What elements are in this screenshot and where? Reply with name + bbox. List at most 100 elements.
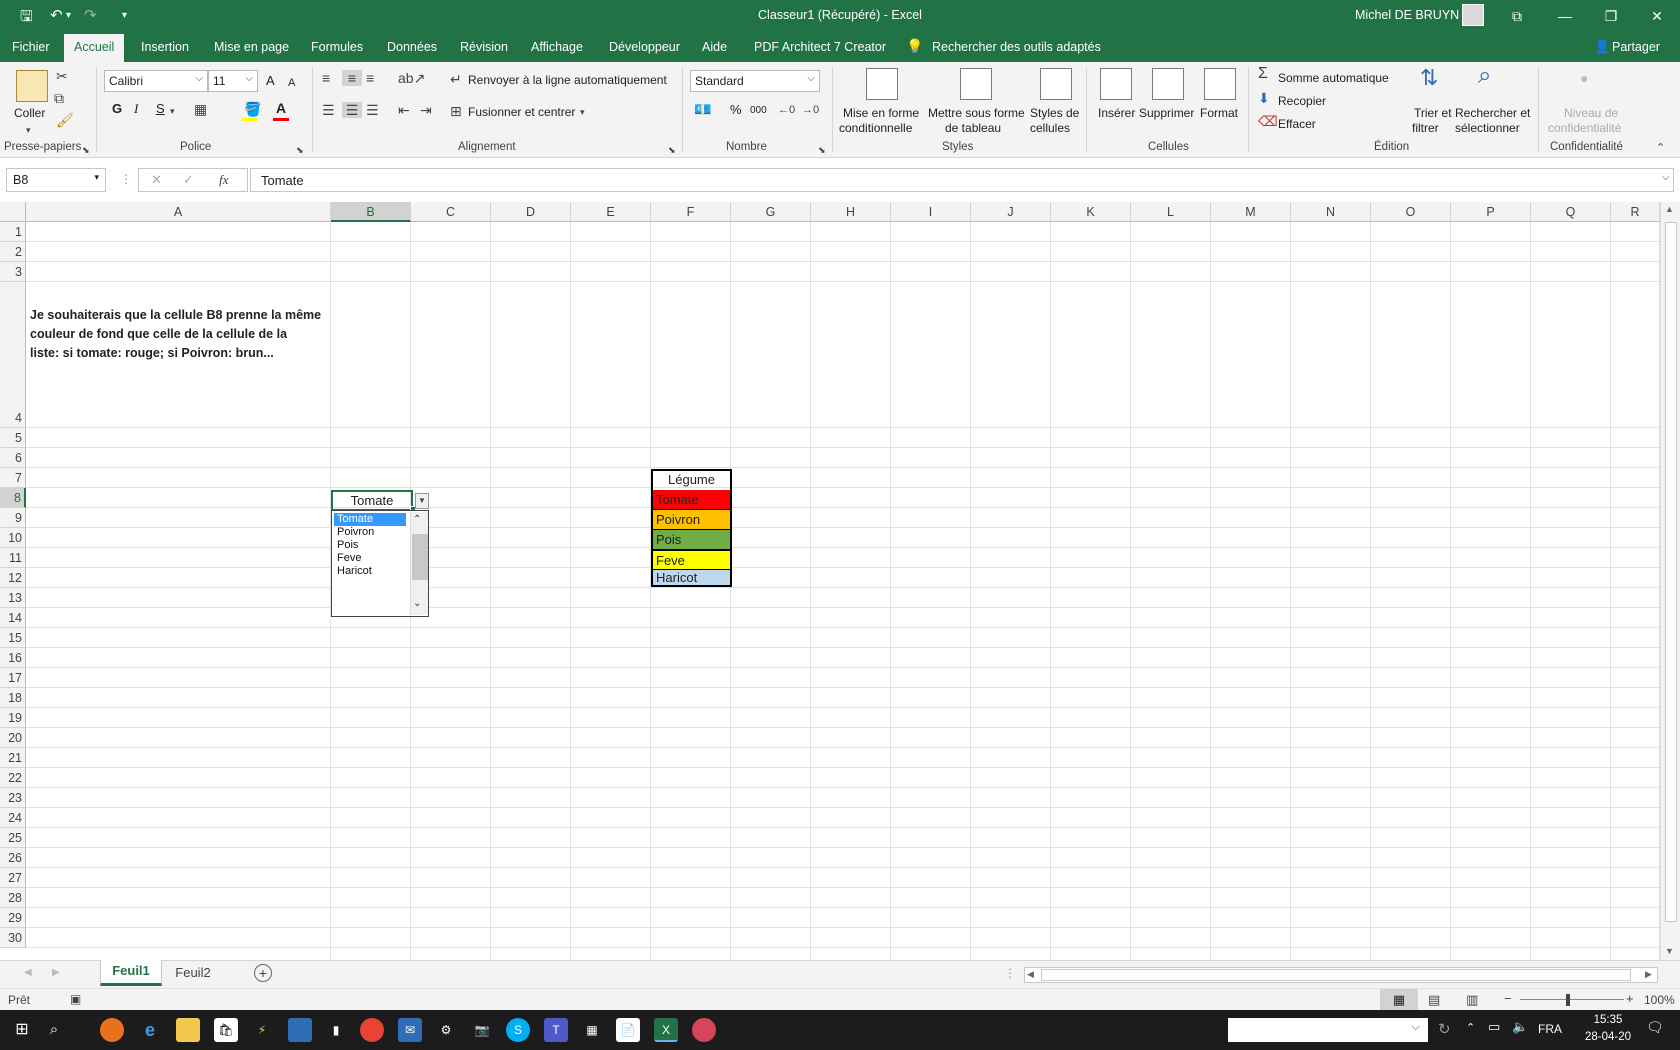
underline-button[interactable]: S [156,101,165,117]
close-icon[interactable]: ✕ [1634,4,1680,28]
validation-dropdown-list[interactable]: Tomate Poivron Pois Feve Haricot ⌃ ⌄ [331,510,429,617]
align-left-icon[interactable]: ☰ [322,102,335,118]
cell-b8[interactable]: Tomate [331,490,413,511]
avatar[interactable] [1462,4,1484,26]
wrap-text-button[interactable]: Renvoyer à la ligne automatiquement [468,72,667,88]
number-format-combo[interactable]: Standard ⌵ [690,70,820,92]
scroll-up-icon[interactable]: ▲ [1665,204,1674,214]
autosum-icon[interactable]: Σ [1258,66,1268,82]
sheet-tab-feuil2[interactable]: Feuil2 [168,965,218,980]
page-break-view-icon[interactable]: ▥ [1466,992,1478,1008]
start-icon[interactable]: ⊞ [10,1018,34,1042]
vertical-scrollbar[interactable]: ▲ ▼ [1660,202,1680,960]
scroll-up-icon[interactable]: ⌃ [413,514,421,525]
format-as-table-icon[interactable] [960,68,992,100]
italic-button[interactable]: I [134,101,138,117]
sort-filter-icon[interactable]: ⇅ [1420,67,1438,89]
clock-time[interactable]: 15:35 [1584,1014,1632,1026]
underline-dropdown-icon[interactable]: ▾ [170,103,175,119]
app-icon[interactable] [692,1018,716,1042]
orientation-icon[interactable]: ab↗ [398,70,425,86]
scroll-thumb[interactable] [1041,969,1631,981]
font-size-combo[interactable]: 11 ⌵ [208,70,258,92]
font-name-combo[interactable]: Calibri ⌵ [104,70,208,92]
cell-f8[interactable]: Tomate [653,490,730,510]
notepad-icon[interactable]: 📄 [616,1018,640,1042]
fill-button[interactable]: Recopier [1278,93,1326,109]
row-header-25[interactable]: 25 [0,828,26,848]
row-header-23[interactable]: 23 [0,788,26,808]
row-header-9[interactable]: 9 [0,508,26,528]
page-layout-view-icon[interactable]: ▤ [1428,992,1440,1008]
chrome-icon[interactable] [360,1018,384,1042]
find-select-line2[interactable]: sélectionner [1455,120,1520,136]
merge-center-button[interactable]: Fusionner et centrer [468,104,575,120]
share-button[interactable]: Partager [1612,40,1660,54]
align-right-icon[interactable]: ☰ [366,102,379,118]
delete-cells-icon[interactable] [1152,68,1184,100]
tab-insertion[interactable]: Insertion [141,40,189,54]
alignment-launcher-icon[interactable]: ⬊ [668,142,676,158]
ribbon-display-options-icon[interactable]: ⧉ [1494,4,1540,28]
align-middle-icon[interactable]: ≡ [342,70,362,86]
row-header-12[interactable]: 12 [0,568,26,588]
column-header-g[interactable]: G [731,202,811,222]
fill-icon[interactable]: ⬇ [1258,90,1270,106]
app-icon[interactable] [288,1018,312,1042]
tab-accueil[interactable]: Accueil [64,34,125,62]
eraser-icon[interactable]: ⌫ [1258,113,1278,129]
fill-color-icon[interactable]: 🪣 [244,101,261,117]
file-explorer-icon[interactable] [176,1018,200,1042]
column-header-b[interactable]: B [331,202,411,222]
teams-icon[interactable]: T [544,1018,568,1042]
scroll-down-icon[interactable]: ⌄ [413,598,421,609]
next-sheet-icon[interactable]: ▶ [52,967,60,978]
name-box[interactable]: B8 ▾ [6,168,106,192]
format-cells-icon[interactable] [1204,68,1236,100]
column-header-k[interactable]: K [1051,202,1131,222]
user-name[interactable]: Michel DE BRUYN [1355,8,1459,22]
column-header-n[interactable]: N [1291,202,1371,222]
tab-mise-en-page[interactable]: Mise en page [214,40,289,54]
mail-icon[interactable]: ✉ [398,1018,422,1042]
merge-dropdown-icon[interactable]: ▾ [580,104,585,120]
find-select-line1[interactable]: Rechercher et [1455,105,1530,121]
row-header-8[interactable]: 8 [0,488,26,508]
tab-affichage[interactable]: Affichage [531,40,583,54]
column-header-f[interactable]: F [651,202,731,222]
horizontal-scrollbar[interactable]: ◀ ▶ [1024,967,1658,983]
autosum-button[interactable]: Somme automatique [1278,70,1389,86]
enter-icon[interactable]: ✓ [183,172,194,188]
zoom-slider-thumb[interactable] [1566,994,1570,1006]
tab-formules[interactable]: Formules [311,40,363,54]
scroll-left-icon[interactable]: ◀ [1027,969,1034,980]
row-header-1[interactable]: 1 [0,222,26,242]
paste-button[interactable]: Coller [14,105,45,121]
refresh-icon[interactable]: ↻ [1438,1020,1451,1038]
scroll-down-icon[interactable]: ▼ [1665,946,1674,956]
increase-indent-icon[interactable]: ⇥ [420,102,432,118]
dropdown-item-poivron[interactable]: Poivron [334,526,406,539]
column-header-i[interactable]: I [891,202,971,222]
format-as-table-line2[interactable]: de tableau [945,120,1001,136]
insert-cells-button[interactable]: Insérer [1098,105,1135,121]
row-header-21[interactable]: 21 [0,748,26,768]
cell-f10[interactable]: Pois [653,530,730,550]
delete-cells-button[interactable]: Supprimer [1139,105,1194,121]
minimize-icon[interactable]: — [1542,4,1588,28]
row-header-19[interactable]: 19 [0,708,26,728]
tell-me-search[interactable]: Rechercher des outils adaptés [932,40,1101,54]
decrease-decimal-icon[interactable]: →0 [802,102,819,118]
row-header-7[interactable]: 7 [0,468,26,488]
calculator-icon[interactable]: ▦ [580,1018,604,1042]
sort-filter-line1[interactable]: Trier et [1414,105,1452,121]
wrap-text-icon[interactable]: ↵ [450,71,462,87]
macro-record-icon[interactable]: ▣ [70,992,81,1006]
shrink-font-button[interactable]: A [288,75,295,91]
row-header-24[interactable]: 24 [0,808,26,828]
row-header-10[interactable]: 10 [0,528,26,548]
edge-icon[interactable]: e [138,1018,162,1042]
sort-filter-line2[interactable]: filtrer [1412,120,1439,136]
sheet-tab-feuil1[interactable]: Feuil1 [100,960,162,986]
zoom-slider[interactable] [1520,999,1624,1000]
